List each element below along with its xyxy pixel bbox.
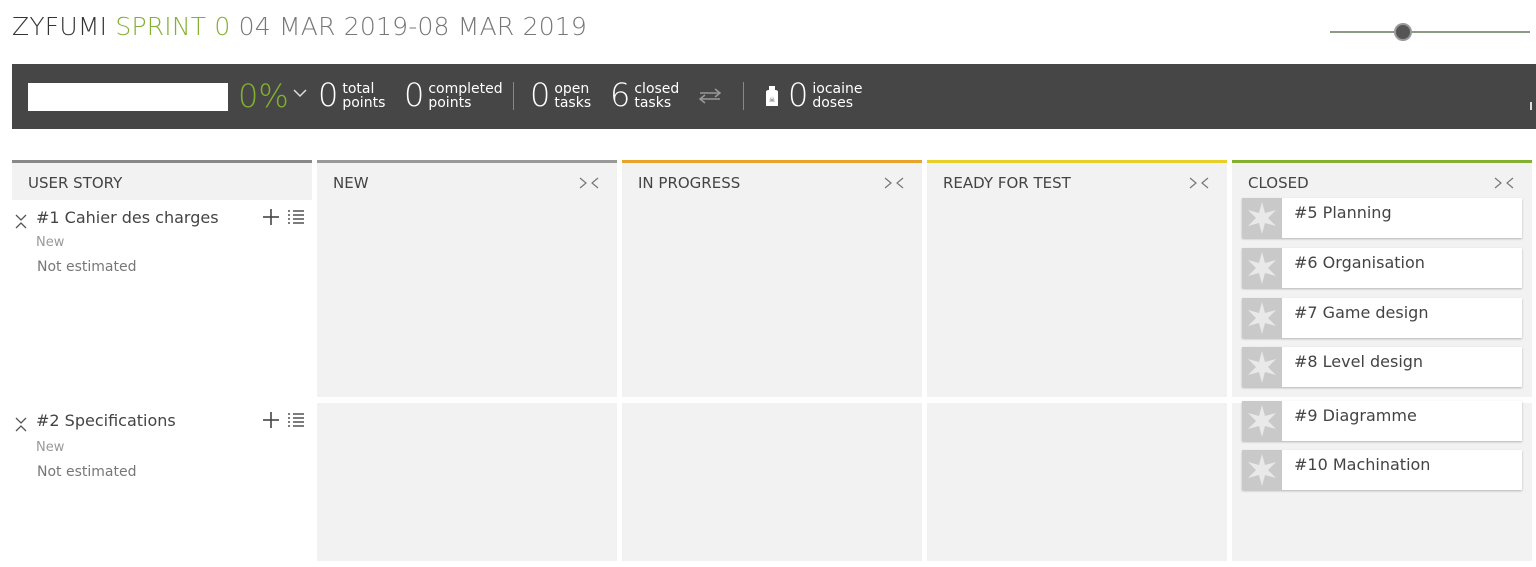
- completed-points-value: 0: [404, 76, 425, 114]
- progress-percent: 0%: [238, 77, 289, 115]
- expand-collapse-icon[interactable]: [14, 415, 28, 433]
- fold-column-icon[interactable]: [579, 176, 599, 190]
- task-card-title[interactable]: #8 Level design: [1294, 352, 1423, 371]
- sprint-name: SPRINT 0: [115, 12, 231, 41]
- task-card-title[interactable]: #7 Game design: [1294, 303, 1428, 322]
- default-avatar-icon: [1242, 450, 1282, 490]
- total-points-unit: points: [342, 95, 386, 111]
- task-card[interactable]: #9 Diagramme: [1242, 401, 1522, 441]
- bar-edge-marker: [1530, 102, 1532, 110]
- open-tasks-unit: tasks: [554, 95, 592, 111]
- user-story-title[interactable]: #2 Specifications: [36, 411, 176, 430]
- user-story-status[interactable]: New: [36, 235, 64, 250]
- task-cell-ready-for-test[interactable]: [927, 403, 1227, 561]
- sprint-stats-bar: 0% 0 total points 0 completed points 0 ope…: [12, 64, 1536, 129]
- iocaine-bottle-icon: ☠: [766, 86, 778, 106]
- column-title: USER STORY: [28, 174, 123, 192]
- task-card[interactable]: #7 Game design: [1242, 298, 1522, 338]
- stats-divider: [513, 82, 514, 110]
- column-title: NEW: [333, 174, 369, 192]
- user-story-estimation[interactable]: Not estimated: [37, 464, 136, 480]
- completed-points-stat: 0 completed points: [404, 76, 503, 114]
- total-points-stat: 0 total points: [318, 76, 385, 114]
- iocaine-unit: doses: [812, 95, 854, 111]
- task-card-title[interactable]: #9 Diagramme: [1294, 406, 1417, 425]
- zoom-slider[interactable]: [1330, 22, 1530, 42]
- task-cell-in-progress[interactable]: [622, 403, 922, 561]
- completed-points-unit: points: [428, 95, 472, 111]
- stats-divider: [743, 82, 744, 110]
- default-avatar-icon: [1242, 347, 1282, 387]
- expand-collapse-icon[interactable]: [14, 212, 28, 230]
- open-tasks-stat: 0 open tasks: [530, 76, 591, 114]
- chevron-down-icon[interactable]: [293, 86, 307, 100]
- user-story-estimation[interactable]: Not estimated: [37, 259, 136, 275]
- project-name[interactable]: ZYFUMI: [12, 12, 107, 41]
- column-header-new: NEW: [317, 160, 617, 200]
- task-card[interactable]: #6 Organisation: [1242, 248, 1522, 288]
- closed-tasks-unit: tasks: [634, 95, 672, 111]
- default-avatar-icon: [1242, 298, 1282, 338]
- bulk-add-icon[interactable]: [287, 412, 305, 428]
- user-story-row: #2 Specifications New Not estimated: [12, 411, 312, 561]
- swap-arrows-icon[interactable]: [698, 86, 722, 106]
- task-cell-new[interactable]: [317, 200, 617, 397]
- add-task-icon[interactable]: [262, 411, 280, 429]
- sprint-dates: 04 MAR 2019-08 MAR 2019: [238, 12, 588, 41]
- default-avatar-icon: [1242, 401, 1282, 441]
- zoom-track[interactable]: [1330, 31, 1530, 33]
- open-tasks-value: 0: [530, 76, 551, 114]
- task-cell-in-progress[interactable]: [622, 200, 922, 397]
- task-card[interactable]: #5 Planning: [1242, 198, 1522, 238]
- filter-input[interactable]: [28, 83, 228, 111]
- task-card[interactable]: #8 Level design: [1242, 347, 1522, 387]
- iocaine-value: 0: [788, 76, 809, 114]
- total-points-value: 0: [318, 76, 339, 114]
- fold-column-icon[interactable]: [1189, 176, 1209, 190]
- column-header-closed: CLOSED: [1232, 160, 1532, 200]
- user-story-row: #1 Cahier des charges New Not estimated: [12, 208, 312, 398]
- task-card-title[interactable]: #6 Organisation: [1294, 253, 1425, 272]
- column-title: IN PROGRESS: [638, 174, 741, 192]
- zoom-handle[interactable]: [1394, 23, 1412, 41]
- user-story-status[interactable]: New: [36, 440, 64, 455]
- task-cell-ready-for-test[interactable]: [927, 200, 1227, 397]
- column-title: READY FOR TEST: [943, 174, 1071, 192]
- fold-column-icon[interactable]: [884, 176, 904, 190]
- task-card-title[interactable]: #10 Machination: [1294, 455, 1430, 474]
- task-cell-new[interactable]: [317, 403, 617, 561]
- column-header-in-progress: IN PROGRESS: [622, 160, 922, 200]
- closed-tasks-stat: 6 closed tasks: [610, 76, 679, 114]
- iocaine-stat: 0 iocaine doses: [788, 76, 862, 114]
- task-card-title[interactable]: #5 Planning: [1294, 203, 1392, 222]
- bulk-add-icon[interactable]: [287, 209, 305, 225]
- user-story-title[interactable]: #1 Cahier des charges: [36, 208, 219, 227]
- closed-tasks-value: 6: [610, 76, 631, 114]
- default-avatar-icon: [1242, 248, 1282, 288]
- column-title: CLOSED: [1248, 174, 1309, 192]
- column-header-user-story: USER STORY: [12, 160, 312, 200]
- column-header-ready-for-test: READY FOR TEST: [927, 160, 1227, 200]
- fold-column-icon[interactable]: [1494, 176, 1514, 190]
- sprint-header: ZYFUMI SPRINT 0 04 MAR 2019-08 MAR 2019: [12, 12, 587, 48]
- svg-text:☠: ☠: [769, 96, 775, 104]
- default-avatar-icon: [1242, 198, 1282, 238]
- add-task-icon[interactable]: [262, 208, 280, 226]
- task-card[interactable]: #10 Machination: [1242, 450, 1522, 490]
